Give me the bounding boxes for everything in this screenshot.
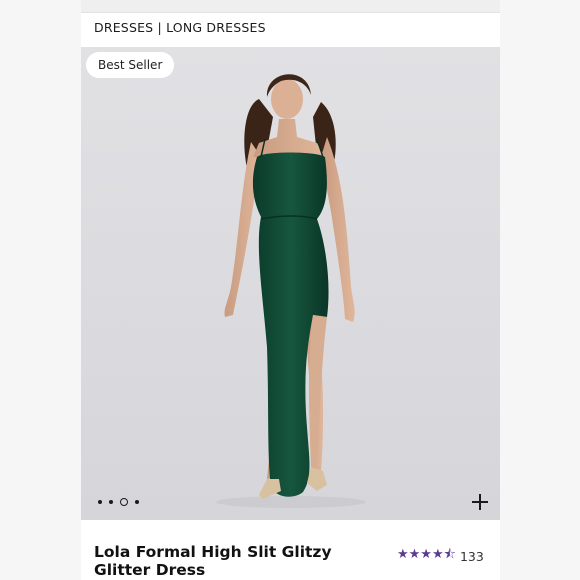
carousel-dot[interactable] [109, 500, 113, 504]
product-rating[interactable]: ★★★★⯪ 133 [397, 545, 484, 567]
carousel-dot-active[interactable] [120, 498, 128, 506]
right-margin [500, 0, 580, 580]
product-image-gallery[interactable]: Best Seller [81, 47, 500, 520]
left-margin [0, 0, 81, 580]
carousel-dot[interactable] [135, 500, 139, 504]
carousel-dot[interactable] [98, 500, 102, 504]
product-page: DRESSES | LONG DRESSES Best Seller Lola … [81, 0, 500, 580]
best-seller-badge: Best Seller [86, 52, 175, 78]
review-count[interactable]: 133 [460, 549, 484, 564]
plus-icon[interactable] [471, 493, 489, 511]
product-title: Lola Formal High Slit Glitzy Glitter Dre… [94, 543, 332, 579]
product-image [216, 74, 366, 508]
carousel-indicators[interactable] [98, 498, 139, 506]
breadcrumb[interactable]: DRESSES | LONG DRESSES [94, 20, 266, 35]
star-rating-icon: ★★★★⯪ [397, 547, 456, 562]
top-bar [81, 0, 500, 13]
